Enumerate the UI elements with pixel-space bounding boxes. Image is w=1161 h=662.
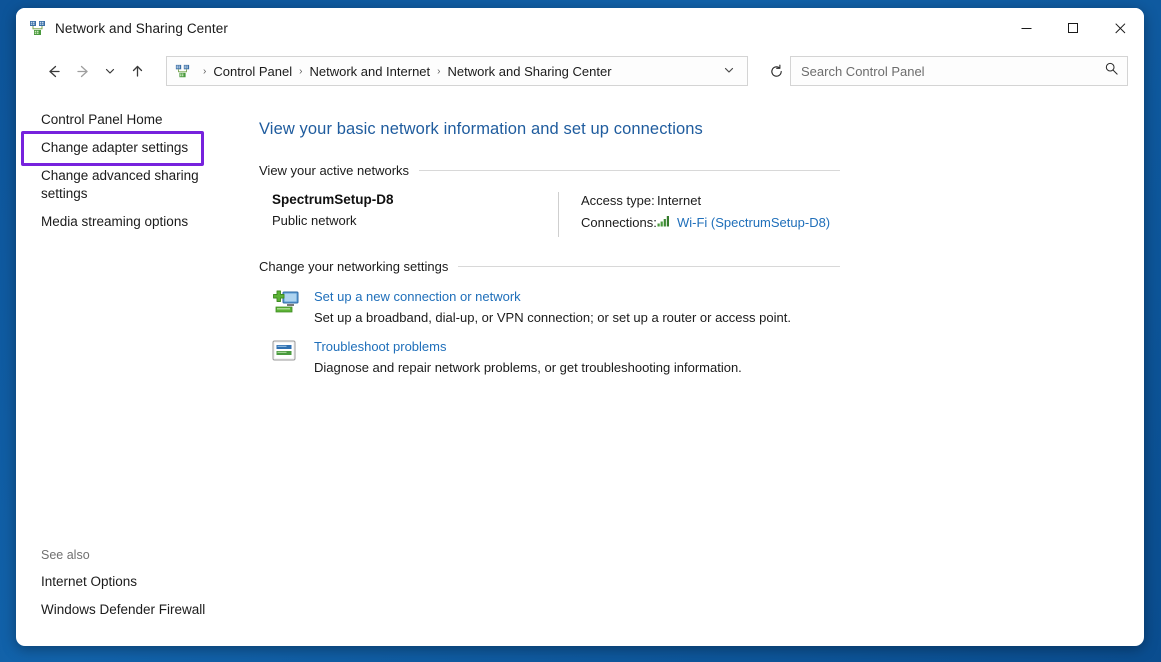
window-controls: [1003, 8, 1144, 48]
see-also-item-windows-defender-firewall[interactable]: Windows Defender Firewall: [16, 596, 238, 624]
sidebar: Control Panel Home Change adapter settin…: [16, 94, 238, 646]
networking-settings-heading-label: Change your networking settings: [259, 259, 448, 274]
refresh-icon[interactable]: [762, 57, 790, 85]
access-type-row: Access type: Internet: [581, 193, 830, 208]
breadcrumb-separator: ›: [430, 66, 447, 77]
maximize-button[interactable]: [1050, 8, 1097, 48]
breadcrumb-item-network-and-internet[interactable]: Network and Internet: [309, 64, 430, 79]
see-also-title: See also: [16, 544, 238, 568]
sidebar-item-media-streaming-options[interactable]: Media streaming options: [16, 208, 238, 236]
recent-locations-chevron-icon[interactable]: [98, 56, 122, 86]
heading-rule: [419, 170, 840, 171]
see-also-item-internet-options[interactable]: Internet Options: [16, 568, 238, 596]
control-panel-window: Network and Sharing Center: [16, 8, 1144, 646]
page-title: View your basic network information and …: [259, 120, 1144, 139]
network-details: Access type: Internet Connections:: [581, 192, 830, 237]
sidebar-item-change-adapter-settings[interactable]: Change adapter settings: [16, 134, 238, 162]
task-row-set-up-connection: Set up a new connection or network Set u…: [259, 288, 1144, 325]
breadcrumb-separator: ›: [292, 66, 309, 77]
active-networks-heading: View your active networks: [259, 163, 840, 178]
troubleshoot-icon: [272, 338, 304, 375]
troubleshoot-problems-link[interactable]: Troubleshoot problems: [314, 339, 446, 354]
set-up-connection-description: Set up a broadband, dial-up, or VPN conn…: [314, 310, 791, 325]
network-sharing-icon: [29, 20, 46, 37]
access-type-value: Internet: [657, 193, 701, 208]
close-button[interactable]: [1097, 8, 1144, 48]
network-name: SpectrumSetup-D8: [272, 192, 558, 207]
breadcrumb-item-network-and-sharing-center[interactable]: Network and Sharing Center: [448, 64, 612, 79]
breadcrumb[interactable]: › Control Panel › Network and Internet ›…: [166, 56, 748, 86]
task-body: Set up a new connection or network Set u…: [304, 288, 791, 325]
breadcrumb-separator: ›: [196, 66, 213, 77]
connections-label: Connections:: [581, 215, 657, 230]
active-networks-heading-label: View your active networks: [259, 163, 409, 178]
connections-value-link[interactable]: Wi-Fi (SpectrumSetup-D8): [677, 215, 830, 230]
connections-row: Connections: Wi-Fi (SpectrumSetup-D8): [581, 215, 830, 230]
search-input[interactable]: [801, 64, 1104, 79]
search-box[interactable]: [790, 56, 1128, 86]
breadcrumb-dropdown-chevron-icon[interactable]: [717, 64, 741, 79]
heading-rule: [458, 266, 840, 267]
task-body: Troubleshoot problems Diagnose and repai…: [304, 338, 742, 375]
sidebar-item-control-panel-home[interactable]: Control Panel Home: [16, 106, 238, 134]
minimize-button[interactable]: [1003, 8, 1050, 48]
see-also-section: See also Internet Options Windows Defend…: [16, 544, 238, 646]
breadcrumb-item-control-panel[interactable]: Control Panel: [213, 64, 292, 79]
new-connection-icon: [272, 288, 304, 325]
title-bar: Network and Sharing Center: [16, 8, 1144, 48]
back-arrow-icon[interactable]: [38, 56, 68, 86]
search-icon[interactable]: [1104, 61, 1119, 81]
access-type-label: Access type:: [581, 193, 657, 208]
forward-arrow-icon[interactable]: [68, 56, 98, 86]
content-area: Control Panel Home Change adapter settin…: [16, 94, 1144, 646]
navigation-bar: › Control Panel › Network and Internet ›…: [16, 48, 1144, 94]
up-arrow-icon[interactable]: [122, 56, 152, 86]
network-type: Public network: [272, 213, 558, 228]
networking-settings-heading: Change your networking settings: [259, 259, 840, 274]
breadcrumb-network-icon: [175, 64, 190, 79]
window-title: Network and Sharing Center: [55, 21, 228, 36]
wifi-signal-icon: [657, 215, 671, 230]
troubleshoot-problems-description: Diagnose and repair network problems, or…: [314, 360, 742, 375]
main-panel: View your basic network information and …: [238, 94, 1144, 646]
network-identity: SpectrumSetup-D8 Public network: [259, 192, 558, 237]
task-row-troubleshoot: Troubleshoot problems Diagnose and repai…: [259, 338, 1144, 375]
vertical-divider: [558, 192, 559, 237]
sidebar-item-change-advanced-sharing-settings[interactable]: Change advanced sharing settings: [16, 162, 238, 208]
set-up-connection-link[interactable]: Set up a new connection or network: [314, 289, 521, 304]
active-network-row: SpectrumSetup-D8 Public network Access t…: [259, 192, 1144, 237]
